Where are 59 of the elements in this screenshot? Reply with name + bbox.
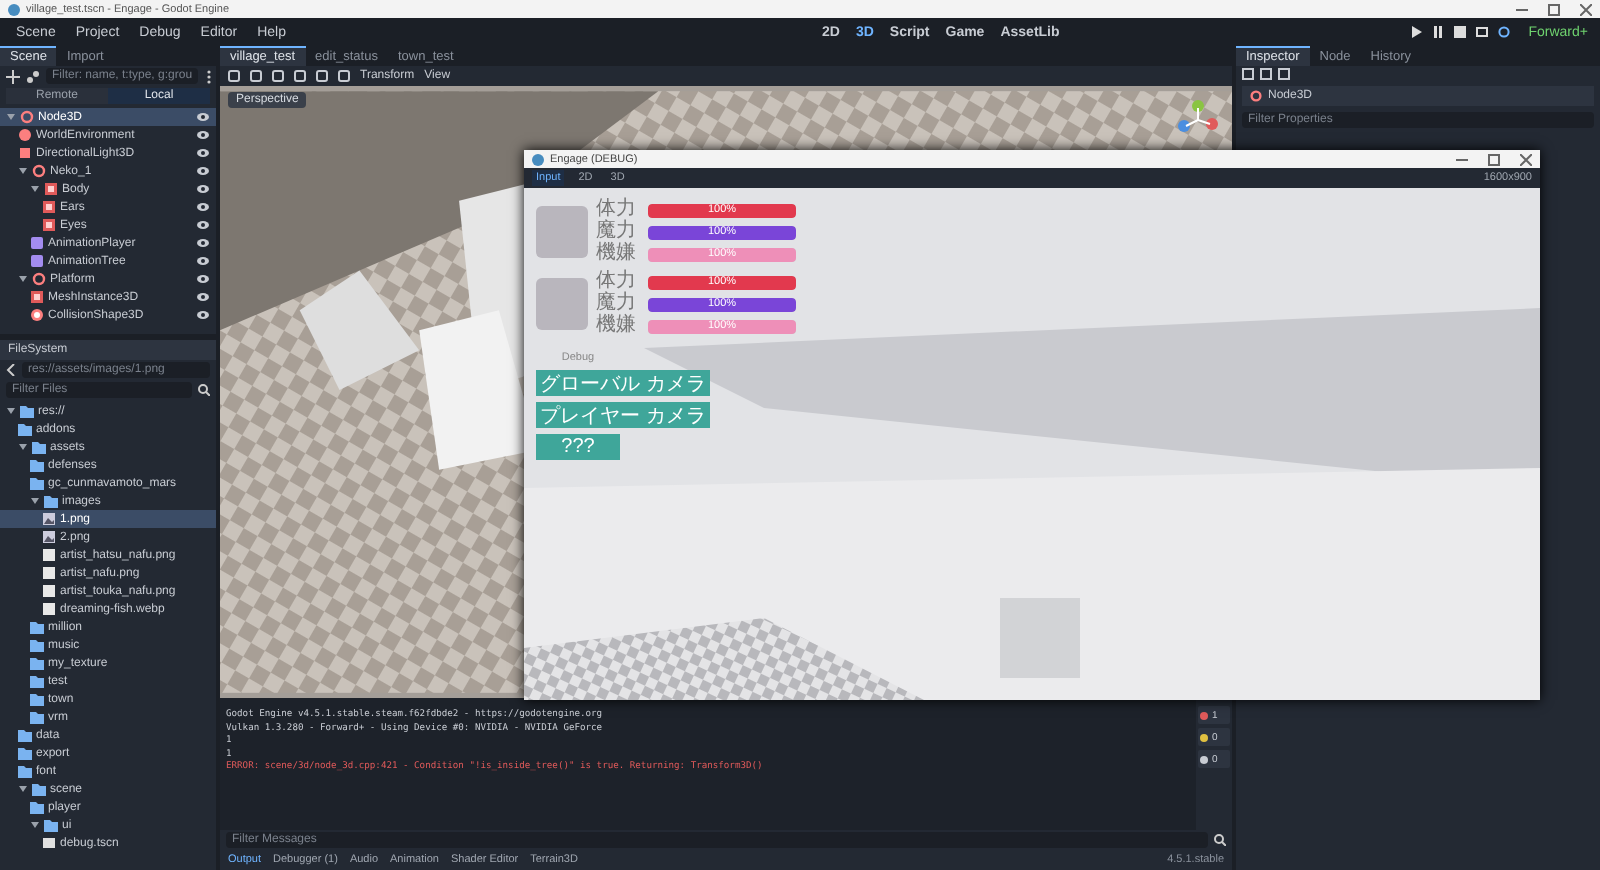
expand-arrow-icon [6, 406, 16, 416]
eye-icon[interactable] [196, 274, 210, 284]
shape-icon [30, 308, 44, 322]
node-circle-icon [32, 164, 46, 178]
mesh-icon [30, 290, 44, 304]
expand-arrow-icon [30, 496, 40, 506]
eye-icon[interactable] [196, 166, 210, 176]
play-icon[interactable] [1410, 26, 1423, 38]
node-circle-icon [1250, 90, 1262, 102]
expand-arrow-icon [18, 274, 28, 284]
movie-icon[interactable] [1476, 26, 1489, 38]
expand-arrow-icon [18, 442, 28, 452]
add-icon[interactable] [6, 69, 20, 83]
search-icon [198, 384, 210, 396]
close-icon[interactable] [1580, 3, 1592, 15]
eye-icon[interactable] [196, 112, 210, 122]
expand-arrow-icon [30, 820, 40, 830]
eye-icon[interactable] [196, 220, 210, 230]
stat-label: 機嫌 [596, 244, 638, 264]
minimize-icon[interactable] [1456, 153, 1468, 165]
app-logo-icon [532, 153, 544, 165]
node-circle-icon [20, 110, 34, 124]
portrait-placeholder [536, 278, 588, 330]
stop-icon[interactable] [1454, 26, 1467, 38]
error-icon [1200, 711, 1208, 719]
back-icon[interactable] [6, 364, 16, 376]
eye-icon[interactable] [196, 202, 210, 212]
expand-arrow-icon [6, 112, 16, 122]
eye-icon[interactable] [196, 130, 210, 140]
search-icon [1214, 834, 1226, 846]
stat-label: 魔力 [596, 294, 638, 314]
light-icon [18, 146, 32, 160]
stat-label: 体力 [596, 272, 638, 292]
warning-icon [1200, 733, 1208, 741]
expand-arrow-icon [18, 784, 28, 794]
stat-label: 魔力 [596, 222, 638, 242]
stat-label: 体力 [596, 200, 638, 220]
menu-icon[interactable] [204, 69, 215, 83]
close-icon[interactable] [1520, 153, 1532, 165]
eye-icon[interactable] [196, 184, 210, 194]
maximize-icon[interactable] [1548, 3, 1560, 15]
minimize-icon[interactable] [1516, 3, 1528, 15]
app-logo-icon [8, 3, 20, 15]
image-icon [42, 530, 56, 544]
node-circle-icon [32, 272, 46, 286]
eye-icon[interactable] [196, 310, 210, 320]
pause-icon[interactable] [1432, 26, 1445, 38]
maximize-icon[interactable] [1488, 153, 1500, 165]
message-icon [1200, 755, 1208, 763]
scene-icon [42, 836, 56, 850]
eye-icon[interactable] [196, 256, 210, 266]
portrait-placeholder [536, 206, 588, 258]
image-icon [42, 512, 56, 526]
globe-icon [18, 128, 32, 142]
link-icon[interactable] [26, 69, 40, 83]
eye-icon[interactable] [196, 148, 210, 158]
eye-icon[interactable] [196, 238, 210, 248]
stat-label: 機嫌 [596, 316, 638, 336]
eye-icon[interactable] [196, 292, 210, 302]
